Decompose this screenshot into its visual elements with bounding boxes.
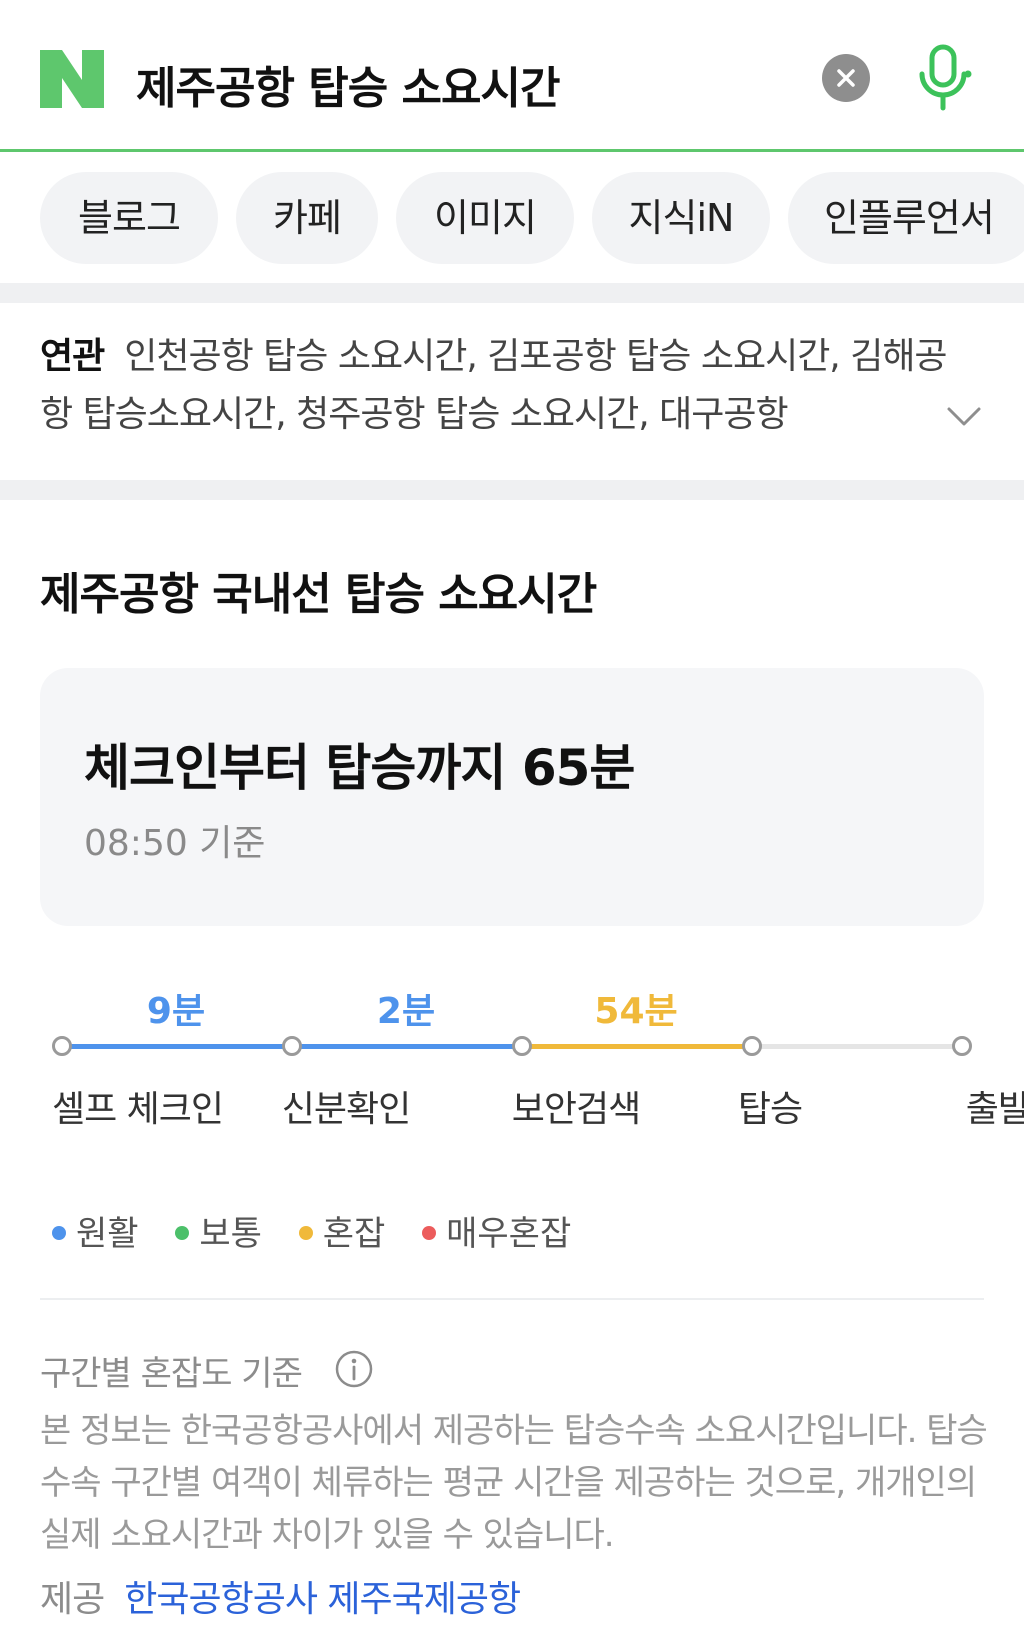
timeline-node <box>512 1036 532 1056</box>
stage-label: 출발 <box>965 1089 1024 1130</box>
segment-duration: 2분 <box>376 991 436 1032</box>
naver-logo-icon[interactable] <box>40 50 104 108</box>
segment-line <box>290 1044 520 1049</box>
divider <box>40 1298 984 1300</box>
tab-blog[interactable]: 블로그 <box>40 172 218 264</box>
close-icon <box>837 69 855 87</box>
segment-duration: 54분 <box>594 991 678 1032</box>
related-fade <box>880 390 1000 446</box>
search-bar: 제주공항 탑승 소요시간 <box>0 0 1024 152</box>
legend-item: 보통 <box>175 1206 262 1255</box>
summary-card: 체크인부터 탑승까지 65분 08:50 기준 <box>40 668 984 926</box>
section-title: 제주공항 국내선 탑승 소요시간 <box>40 569 597 620</box>
related-text[interactable]: 인천공항 탑승 소요시간, 김포공항 탑승 소요시간, 김해공항 탑승소요시간,… <box>40 336 948 435</box>
provider: 제공 한국공항공사 제주국제공항 <box>40 1570 521 1622</box>
summary-time: 08:50 기준 <box>84 823 266 864</box>
section-divider <box>0 480 1024 500</box>
stage-label: 보안검색 <box>511 1089 641 1130</box>
provider-link[interactable]: 한국공항공사 제주국제공항 <box>124 1579 521 1620</box>
legend-label: 보통 <box>199 1214 262 1254</box>
summary-title: 체크인부터 탑승까지 65분 <box>84 739 635 797</box>
tab-influencer[interactable]: 인플루언서 <box>788 172 1024 264</box>
section-divider <box>0 283 1024 303</box>
chevron-down-icon[interactable] <box>946 406 982 428</box>
tab-image[interactable]: 이미지 <box>396 172 574 264</box>
stage-label: 셀프 체크인 <box>52 1089 224 1130</box>
segment-line <box>750 1044 960 1049</box>
timeline-node <box>282 1036 302 1056</box>
legend-item: 혼잡 <box>298 1206 386 1255</box>
segment-line <box>60 1044 290 1049</box>
info-icon[interactable] <box>334 1349 374 1389</box>
provider-label: 제공 <box>40 1579 105 1620</box>
related-label: 연관 <box>40 336 105 377</box>
search-input[interactable]: 제주공항 탑승 소요시간 <box>136 52 560 116</box>
legend-dot <box>298 1225 313 1240</box>
microphone-icon[interactable] <box>916 44 972 112</box>
legend-dot <box>175 1225 190 1240</box>
segment-line <box>520 1044 750 1049</box>
clear-button[interactable] <box>822 54 870 102</box>
tab-cafe[interactable]: 카페 <box>236 172 378 264</box>
legend-label: 매우혼잡 <box>446 1214 572 1254</box>
timeline-node <box>52 1036 72 1056</box>
basis-description: 본 정보는 한국공항공사에서 제공하는 탑승수속 소요시간입니다. 탑승수속 구… <box>40 1411 988 1555</box>
boarding-timeline: 9분 2분 54분 셀프 체크인 신분확인 보안검색 탑승 출발 <box>40 970 1024 1140</box>
timeline-node <box>742 1036 762 1056</box>
legend-label: 혼잡 <box>322 1214 386 1254</box>
tab-kin[interactable]: 지식iN <box>592 172 770 264</box>
timeline-node <box>952 1036 972 1056</box>
related-searches[interactable]: 연관 인천공항 탑승 소요시간, 김포공항 탑승 소요시간, 김해공항 탑승소요시… <box>40 328 960 444</box>
legend-dot <box>52 1225 66 1240</box>
segment-duration: 9분 <box>146 991 206 1032</box>
congestion-legend: 원활 보통 혼잡 매우혼잡 <box>52 1206 597 1255</box>
legend-item: 원활 <box>52 1206 139 1255</box>
legend-label: 원활 <box>76 1214 139 1254</box>
basis-label: 구간별 혼잡도 기준 <box>40 1354 303 1394</box>
search-tabs: 블로그 카페 이미지 지식iN 인플루언서 <box>0 172 1024 264</box>
stage-label: 신분확인 <box>281 1089 411 1130</box>
legend-dot <box>422 1225 437 1240</box>
legend-item: 매우혼잡 <box>422 1206 571 1255</box>
